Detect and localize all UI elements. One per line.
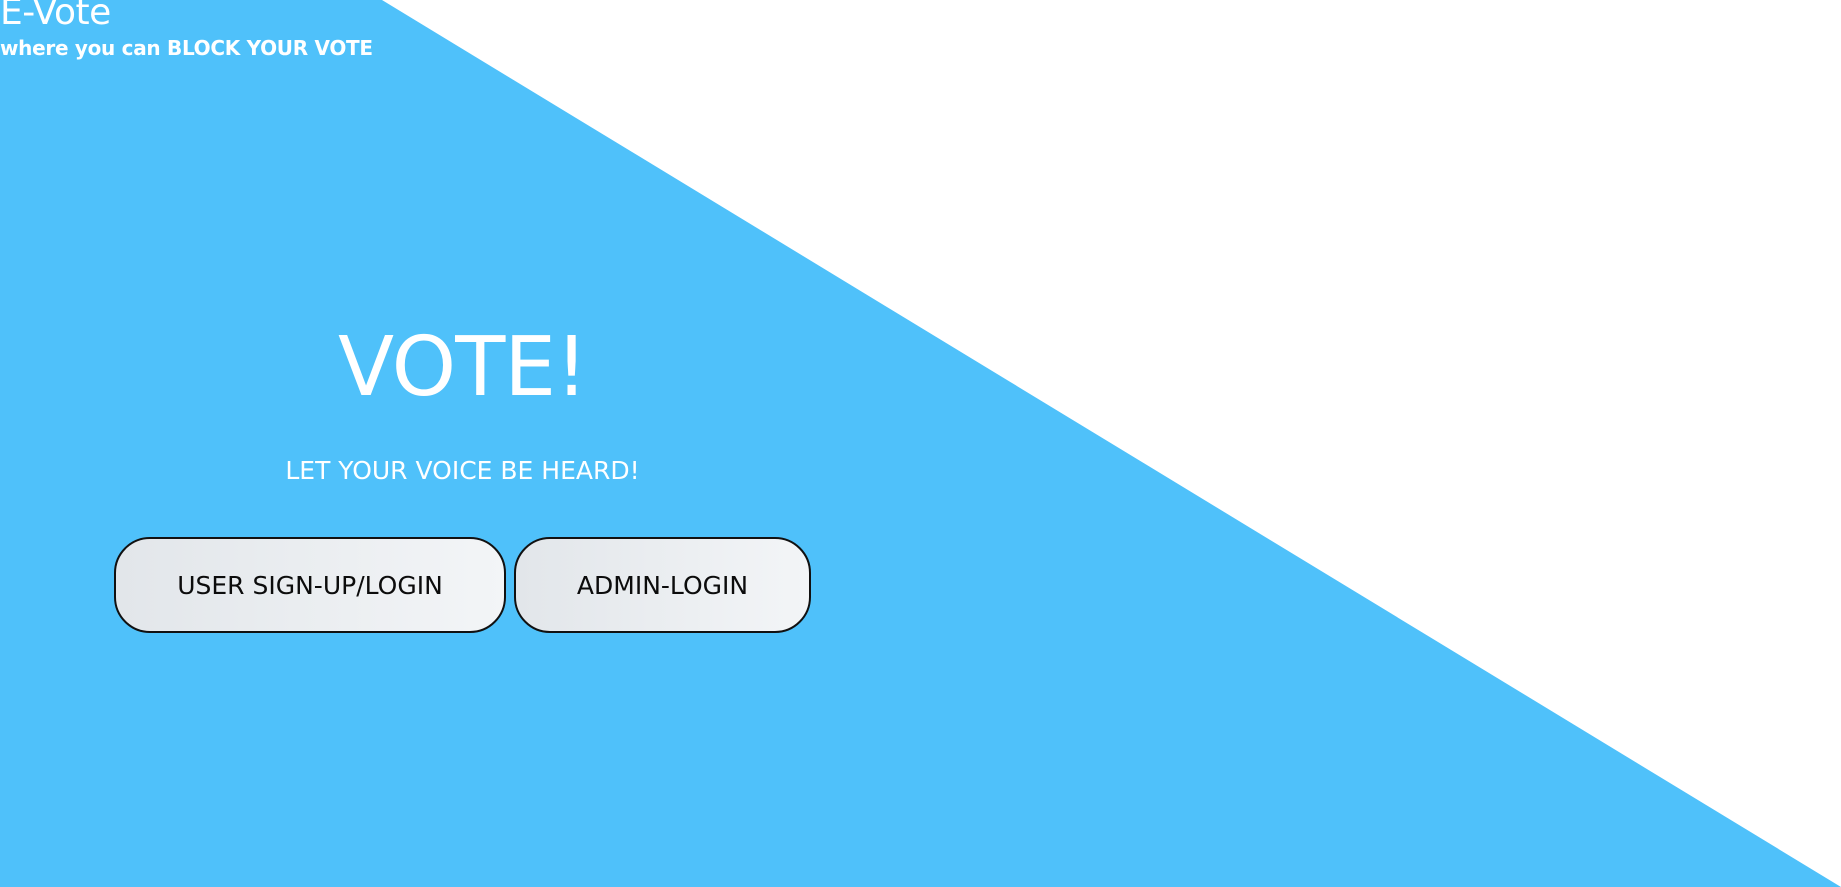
user-signup-login-button[interactable]: USER SIGN-UP/LOGIN [114,537,506,633]
brand-tagline: where you can BLOCK YOUR VOTE [0,36,373,60]
hero-section: VOTE! LET YOUR VOICE BE HEARD! [0,320,925,486]
login-buttons: USER SIGN-UP/LOGIN ADMIN-LOGIN [114,537,811,633]
admin-login-button[interactable]: ADMIN-LOGIN [514,537,811,633]
brand-logo-text[interactable]: E-Vote [0,0,373,32]
hero-subtitle: LET YOUR VOICE BE HEARD! [285,456,640,485]
brand-header: E-Vote where you can BLOCK YOUR VOTE [0,0,373,60]
hero-title: VOTE! [338,320,588,415]
landing-page: E-Vote where you can BLOCK YOUR VOTE VOT… [0,0,1841,887]
